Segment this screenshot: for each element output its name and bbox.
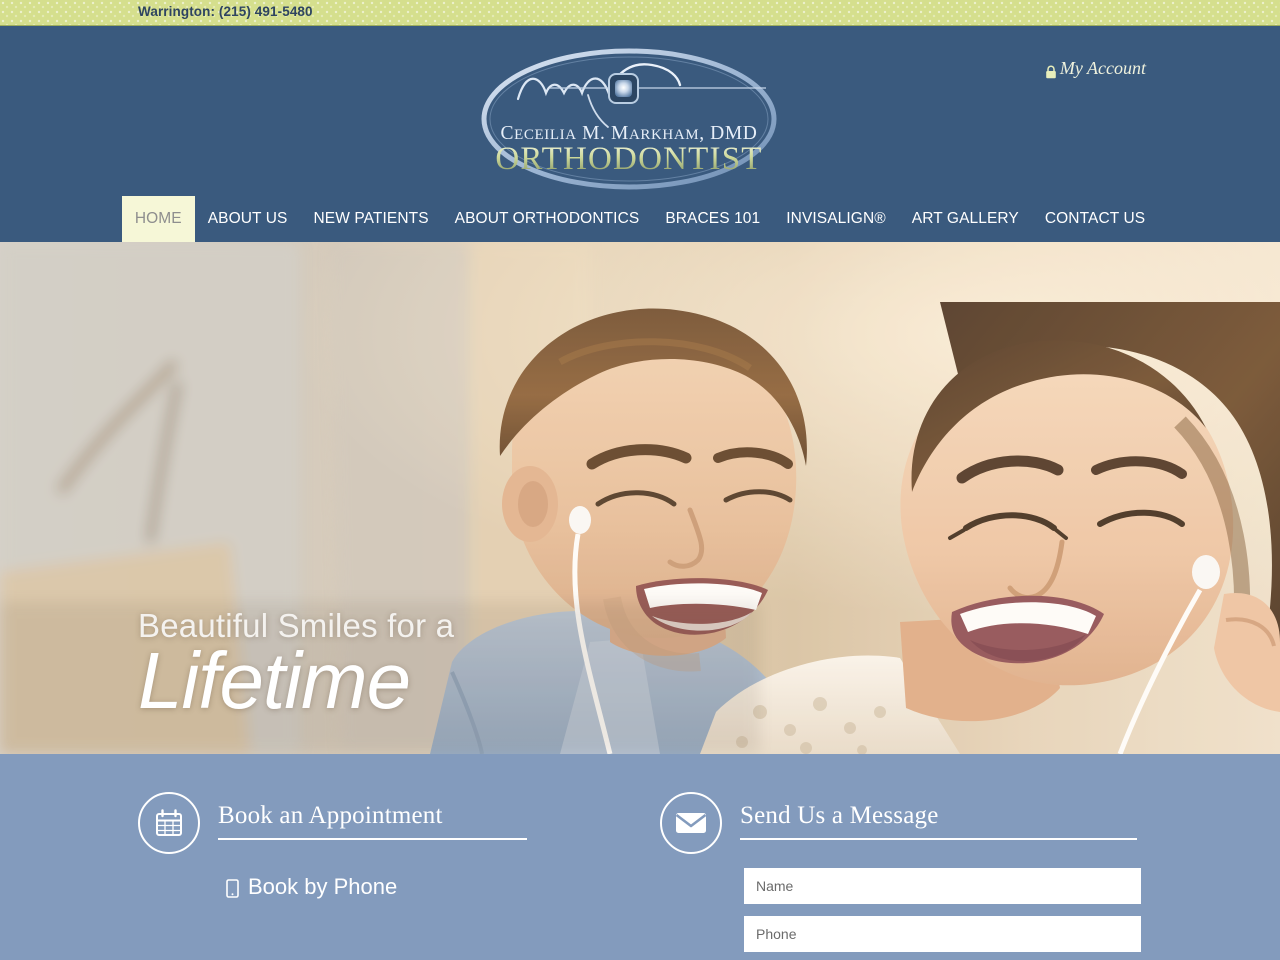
nav-item-contact-us[interactable]: CONTACT US <box>1032 196 1158 242</box>
nav-item-about-orthodontics[interactable]: ABOUT ORTHODONTICS <box>442 196 653 242</box>
cta-panel: Book an Appointment Book by Phone Send U… <box>0 754 1280 960</box>
heading-divider <box>218 837 527 840</box>
top-utility-bar: Warrington: (215) 491-5480 <box>0 0 1280 26</box>
main-navigation[interactable]: HOME ABOUT US NEW PATIENTS ABOUT ORTHODONTI… <box>0 196 1280 242</box>
mobile-phone-icon <box>226 878 239 898</box>
site-logo[interactable]: CECEILIA M. MARKHAM, DMD ORTHODONTIST <box>480 35 800 195</box>
nav-item-home[interactable]: HOME <box>121 196 195 242</box>
hero-caption-line-2: Lifetime <box>138 635 411 725</box>
lock-icon <box>1045 63 1057 78</box>
send-message-section: Send Us a Message <box>660 754 1150 960</box>
site-header: My Account CECEILIA M. MARKHAM, DMD ORTH… <box>0 26 1280 242</box>
nav-item-invisalign[interactable]: INVISALIGN® <box>773 196 899 242</box>
calendar-icon[interactable] <box>138 792 200 854</box>
nav-item-about-us[interactable]: ABOUT US <box>195 196 301 242</box>
location-phone[interactable]: Warrington: (215) 491-5480 <box>138 4 313 19</box>
hero-banner: Beautiful Smiles for a Lifetime <box>0 242 1280 754</box>
name-input[interactable] <box>744 868 1141 904</box>
my-account-link[interactable]: My Account <box>1045 58 1146 79</box>
book-appointment-heading: Book an Appointment <box>218 802 618 840</box>
book-appointment-title: Book an Appointment <box>218 802 443 829</box>
send-message-heading: Send Us a Message <box>740 802 1160 840</box>
phone-input[interactable] <box>744 916 1141 952</box>
book-by-phone-link[interactable]: Book by Phone <box>226 874 397 900</box>
my-account-label: My Account <box>1059 58 1146 78</box>
send-message-title: Send Us a Message <box>740 802 939 829</box>
nav-item-art-gallery[interactable]: ART GALLERY <box>899 196 1032 242</box>
book-by-phone-label: Book by Phone <box>248 874 398 899</box>
svg-text:ORTHODONTIST: ORTHODONTIST <box>495 141 762 177</box>
book-appointment-section: Book an Appointment Book by Phone <box>138 754 638 960</box>
heading-divider <box>740 837 1137 840</box>
hero-caption: Beautiful Smiles for a Lifetime <box>138 608 838 725</box>
nav-item-new-patients[interactable]: NEW PATIENTS <box>300 196 441 242</box>
envelope-icon[interactable] <box>660 792 722 854</box>
nav-item-braces-101[interactable]: BRACES 101 <box>652 196 773 242</box>
